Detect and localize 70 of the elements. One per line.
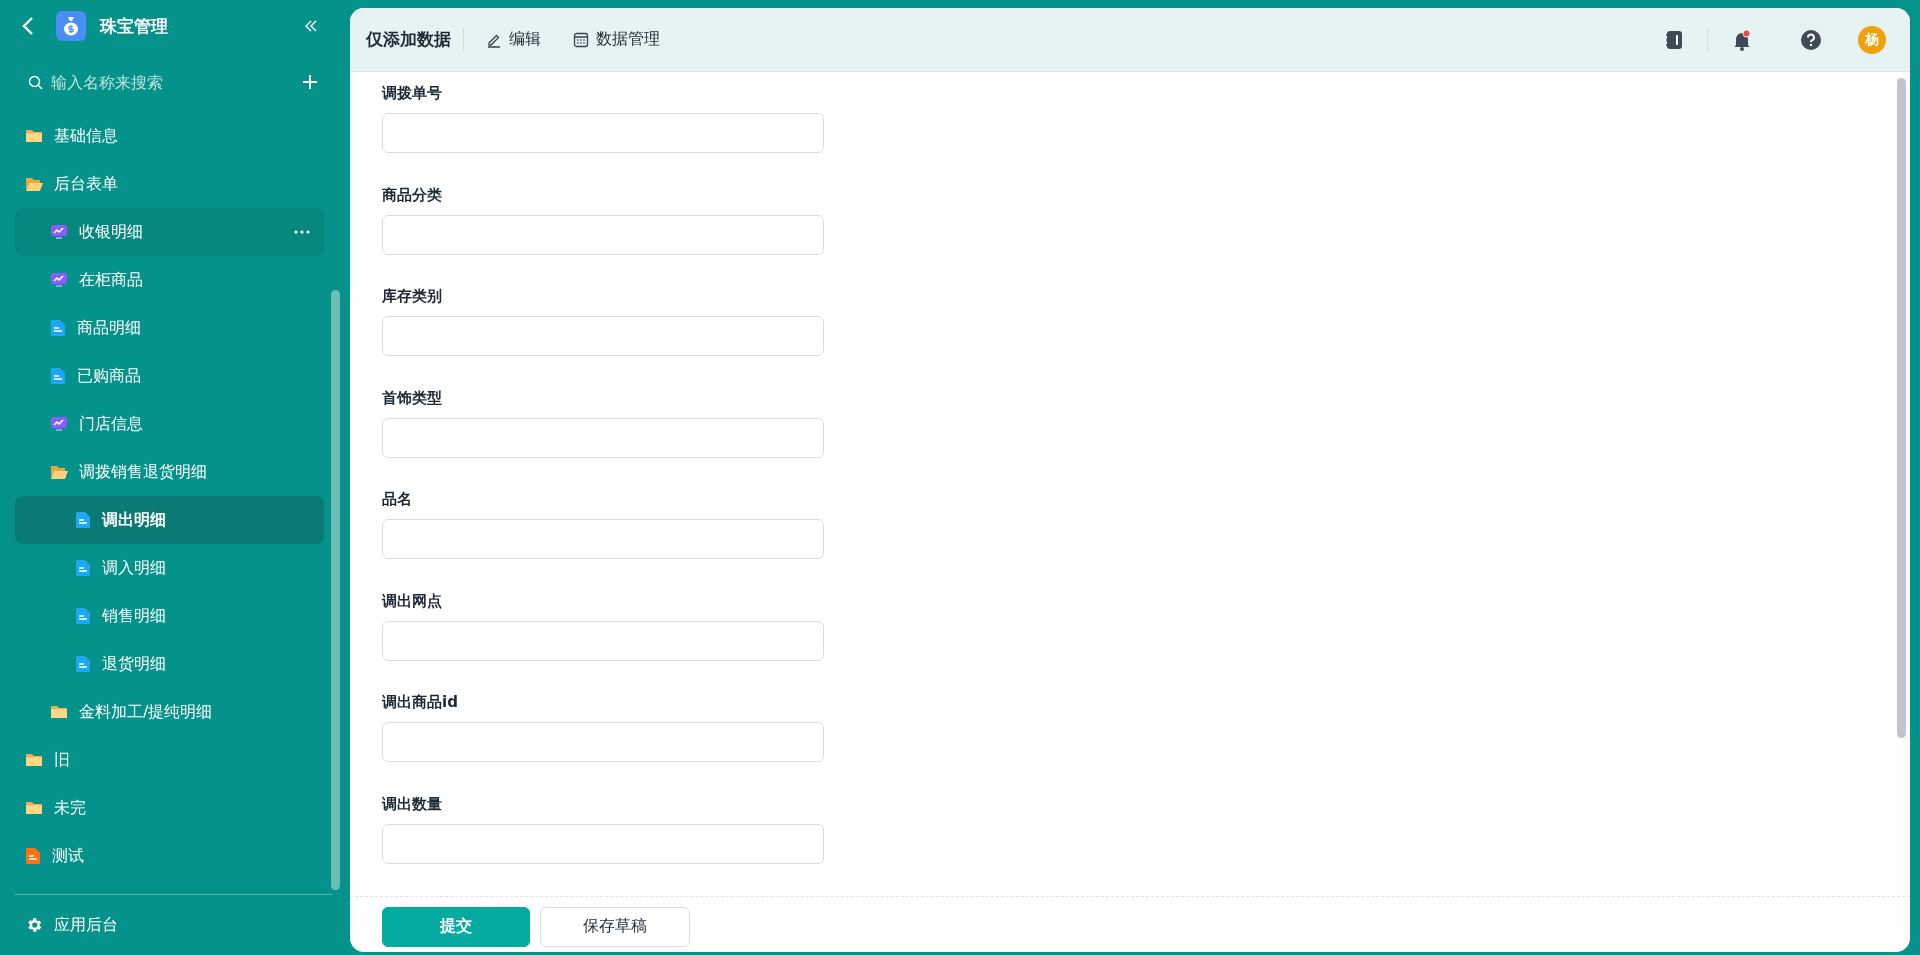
folder-icon [25, 752, 43, 768]
user-avatar[interactable]: 杨 [1858, 25, 1886, 54]
field-label: 库存类别 [382, 287, 443, 306]
sidebar-item[interactable]: 在柜商品 [15, 256, 324, 304]
sidebar-item[interactable]: 调入明细 [15, 544, 324, 592]
app-title: 珠宝管理 [100, 14, 169, 38]
input-field[interactable] [382, 214, 824, 255]
sidebar-item[interactable]: 销售明细 [15, 592, 324, 640]
document-icon [75, 559, 91, 577]
submit-button[interactable]: 提交 [382, 906, 530, 947]
scrollbar[interactable] [1897, 78, 1906, 738]
input-field[interactable] [382, 823, 824, 864]
sidebar-item[interactable]: 金料加工/提纯明细 [15, 688, 324, 736]
field-label: 商品分类 [382, 185, 443, 205]
sidebar-item[interactable]: 基础信息 [15, 112, 324, 160]
sidebar-item[interactable]: 旧 [15, 736, 324, 784]
input-field[interactable] [382, 620, 824, 661]
help-icon[interactable] [1800, 28, 1822, 51]
field-label: 品名 [382, 490, 413, 509]
sidebar-item[interactable]: 商品明细 [15, 304, 324, 352]
sidebar-item[interactable]: 退货明细 [15, 640, 324, 688]
add-icon[interactable] [302, 74, 318, 90]
document-icon [75, 655, 91, 673]
chart-monitor-icon [50, 223, 68, 241]
toolbar-action[interactable]: 编辑 [476, 29, 551, 50]
document-icon [75, 511, 91, 529]
field-label: 首饰类型 [382, 388, 443, 408]
chart-monitor-icon [50, 415, 68, 433]
document-icon [50, 319, 66, 337]
page-title: 仅添加数据 [366, 28, 464, 51]
money-bag-logo [56, 11, 86, 41]
open-folder-icon [50, 464, 68, 480]
sidebar-item[interactable]: 门店信息 [15, 400, 324, 448]
save-draft-button[interactable]: 保存草稿 [540, 906, 690, 947]
search-field[interactable]: 输入名称来搜索 [49, 71, 296, 93]
sidebar-item[interactable]: 测试 [15, 832, 324, 880]
back-icon[interactable] [22, 16, 34, 36]
document-icon [25, 847, 41, 865]
folder-icon [25, 800, 43, 816]
sidebar-item[interactable]: 调出明细 [15, 496, 324, 544]
sidebar-item[interactable]: 未完 [15, 784, 324, 832]
app-admin-link[interactable]: 应用后台 [0, 895, 340, 955]
collapse-icon[interactable] [304, 19, 318, 33]
field-label: 调出网点 [382, 591, 443, 611]
field-label: 调出数量 [382, 794, 443, 814]
document-icon [50, 367, 66, 385]
folder-icon [50, 704, 68, 720]
chart-monitor-icon [50, 271, 68, 289]
sidebar-item[interactable]: 已购商品 [15, 352, 324, 400]
field-label: 调拨单号 [382, 84, 443, 103]
scrollbar[interactable] [331, 290, 340, 890]
field-label: 调出商品id [382, 693, 459, 712]
bell-icon[interactable] [1732, 28, 1752, 51]
input-field[interactable] [382, 722, 824, 762]
input-field[interactable] [382, 316, 824, 356]
document-icon [75, 607, 91, 625]
open-folder-icon [25, 176, 43, 192]
sidebar-item[interactable]: 调拨销售退货明细 [15, 448, 324, 496]
search-icon [28, 74, 43, 90]
table-icon [573, 31, 589, 48]
input-field[interactable] [382, 519, 824, 559]
folder-icon [25, 128, 43, 144]
sidebar-item[interactable]: 后台表单 [15, 160, 324, 208]
more-icon[interactable] [294, 230, 310, 234]
sidebar-item[interactable]: 收银明细 [15, 208, 324, 256]
input-field[interactable] [382, 113, 824, 153]
footer-label: 应用后台 [54, 914, 118, 936]
input-field[interactable] [382, 417, 824, 458]
notebook-icon[interactable] [1665, 29, 1683, 50]
toolbar-action[interactable]: 数据管理 [563, 29, 670, 50]
